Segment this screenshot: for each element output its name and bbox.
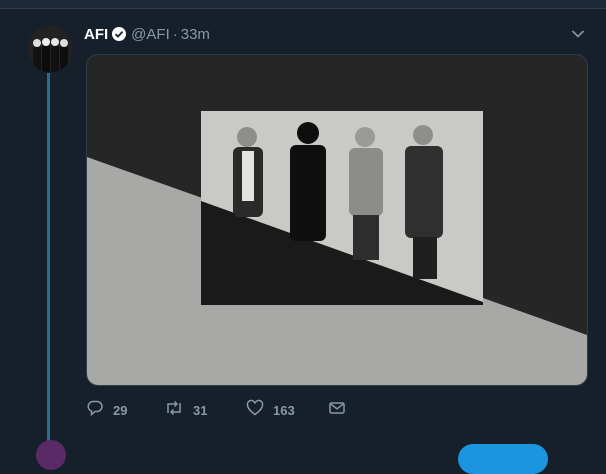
reply-icon xyxy=(86,399,104,422)
tweet-photo[interactable] xyxy=(86,54,588,386)
envelope-icon xyxy=(328,399,346,422)
verified-badge-icon xyxy=(111,26,127,42)
reply-button[interactable]: 29 xyxy=(86,398,127,422)
separator-dot: · xyxy=(172,25,178,43)
author-name[interactable]: AFI xyxy=(84,26,108,43)
thread-line xyxy=(47,73,50,448)
tweet-header: AFI @AFI · 33m xyxy=(84,24,210,44)
like-count: 163 xyxy=(273,402,295,418)
author-avatar[interactable] xyxy=(27,26,73,72)
retweet-icon xyxy=(164,399,184,422)
heart-icon xyxy=(246,399,264,422)
next-tweet-avatar[interactable] xyxy=(36,440,66,470)
retweet-button[interactable]: 31 xyxy=(164,398,207,422)
author-handle[interactable]: @AFI xyxy=(131,26,170,43)
like-button[interactable]: 163 xyxy=(246,398,295,422)
next-tweet-button[interactable] xyxy=(458,444,548,474)
top-nav-bar xyxy=(0,0,606,9)
reply-count: 29 xyxy=(113,402,128,418)
retweet-count: 31 xyxy=(193,402,208,418)
tweet-timestamp[interactable]: 33m xyxy=(181,26,210,43)
chevron-down-icon[interactable] xyxy=(568,24,588,44)
direct-message-button[interactable] xyxy=(328,398,346,422)
